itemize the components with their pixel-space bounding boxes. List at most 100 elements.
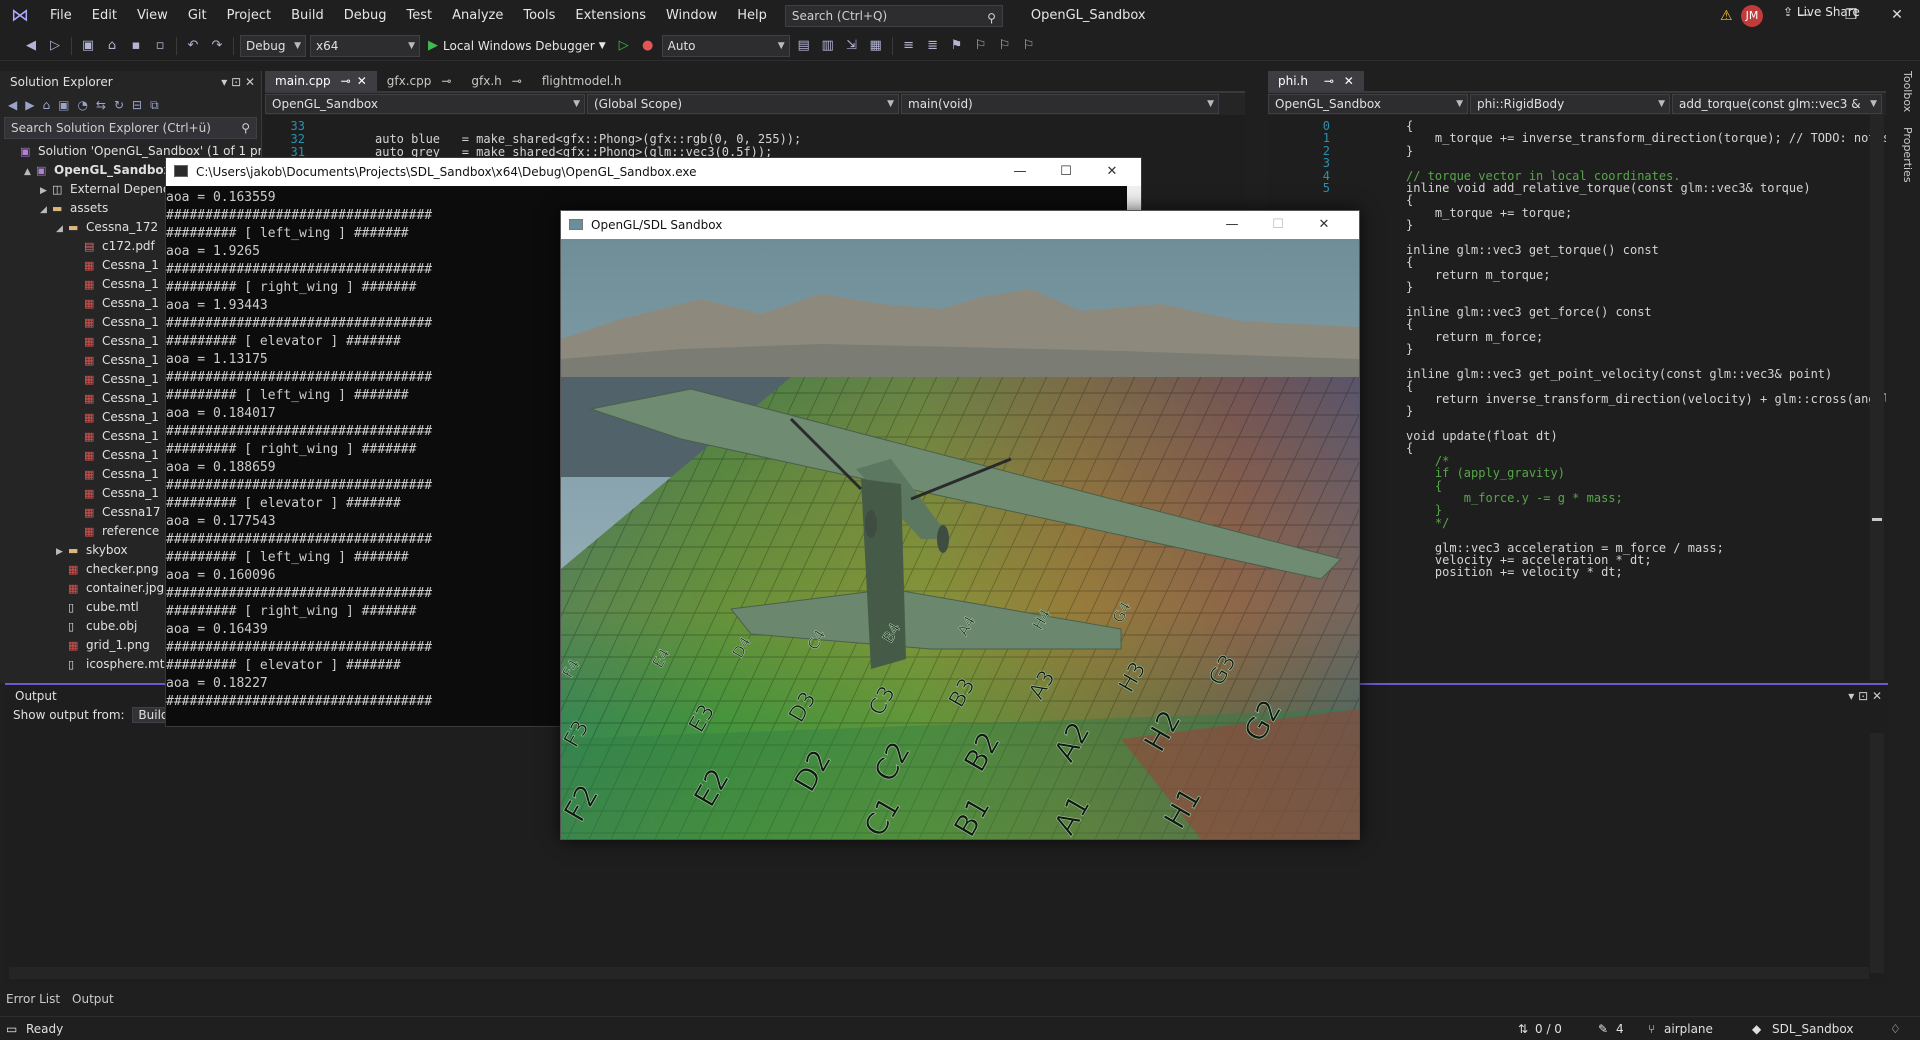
toolbox-tab[interactable]: Toolbox xyxy=(1901,71,1914,112)
layout-icon[interactable]: ▥ xyxy=(817,35,839,57)
pin-icon[interactable]: ⊸ xyxy=(341,74,351,88)
3d-viewport[interactable]: F2 E2 D2 C2 B2 A2 H2 G2 F3 E3 D3 C3 B3 A3 H3 G3 F4 E4 D4 C4… xyxy=(561,239,1359,839)
new-project-icon[interactable]: ▣ xyxy=(77,35,99,57)
solution-search-input[interactable]: Search Solution Explorer (Ctrl+ü) ⚲ xyxy=(4,117,257,139)
sdl-close-button[interactable]: ✕ xyxy=(1301,211,1347,239)
step-icon[interactable]: ⇲ xyxy=(841,35,863,57)
expand-toggle-icon[interactable]: ◢ xyxy=(56,220,68,237)
configuration-value: Debug xyxy=(246,38,286,53)
code-line: return inverse_transform_direction(veloc… xyxy=(1406,391,1886,406)
configuration-select[interactable]: Debug ▼ xyxy=(240,34,306,57)
prev-bookmark-icon[interactable]: ⚐ xyxy=(970,35,992,57)
tab-output[interactable]: Output xyxy=(66,988,120,1010)
save-icon[interactable]: ▪ xyxy=(125,35,147,57)
menu-analyze[interactable]: Analyze xyxy=(442,0,513,31)
branch-name[interactable]: airplane xyxy=(1664,1017,1713,1040)
pending-changes-icon[interactable]: ◔ xyxy=(77,98,87,112)
console-maximize-button[interactable]: ☐ xyxy=(1043,158,1089,186)
repo-name[interactable]: SDL_Sandbox xyxy=(1772,1017,1853,1040)
expand-toggle-icon[interactable]: ◢ xyxy=(40,201,52,218)
menu-edit[interactable]: Edit xyxy=(82,0,127,31)
sync-icon[interactable]: ⇆ xyxy=(96,98,106,112)
console-close-button[interactable]: ✕ xyxy=(1089,158,1135,186)
type-scope-select[interactable]: (Global Scope) ▼ xyxy=(587,94,899,114)
local-debugger-button[interactable]: ▶ Local Windows Debugger ▼ xyxy=(422,38,612,53)
platform-select[interactable]: x64 ▼ xyxy=(310,34,420,57)
switch-views-icon[interactable]: ▣ xyxy=(58,98,69,112)
next-bookmark-icon[interactable]: ⚐ xyxy=(994,35,1016,57)
image-icon: ▦ xyxy=(68,639,79,652)
show-all-files-icon[interactable]: ⧉ xyxy=(150,98,159,113)
search-input[interactable]: Search (Ctrl+Q) ⚲ xyxy=(784,4,1003,27)
window-icon[interactable]: ▦ xyxy=(865,35,887,57)
console-minimize-button[interactable]: — xyxy=(997,158,1043,186)
pin-icon[interactable]: ⊸ xyxy=(512,74,522,88)
forward-icon[interactable]: ▶ xyxy=(25,98,34,112)
close-icon[interactable]: ✕ xyxy=(357,74,367,88)
save-all-icon[interactable]: ▫ xyxy=(149,35,171,57)
close-icon[interactable]: ✕ xyxy=(1344,74,1354,88)
bookmark-icon[interactable]: ⚑ xyxy=(946,35,968,57)
browse-icon[interactable]: ▤ xyxy=(793,35,815,57)
back-icon[interactable]: ◀ xyxy=(20,35,42,57)
project-scope-select[interactable]: OpenGL_Sandbox ▼ xyxy=(265,94,585,114)
redo-icon[interactable]: ↷ xyxy=(206,35,228,57)
pin-icon[interactable]: ⊸ xyxy=(1324,74,1334,88)
pane-controls[interactable]: ▾ ⊡ ✕ xyxy=(1848,685,1882,707)
image-icon: ▦ xyxy=(68,582,79,595)
sdl-minimize-button[interactable]: — xyxy=(1209,211,1255,239)
auto-select[interactable]: Auto ▼ xyxy=(661,34,790,57)
expand-toggle-icon[interactable]: ▶ xyxy=(56,543,68,560)
menu-debug[interactable]: Debug xyxy=(334,0,397,31)
comment-icon[interactable]: ≡ xyxy=(898,35,920,57)
tab-gfx-h[interactable]: gfx.h ⊸ xyxy=(461,71,531,91)
pane-controls[interactable]: ▾ ⊡ ✕ xyxy=(221,71,255,93)
project-scope-select[interactable]: OpenGL_Sandbox ▼ xyxy=(1268,94,1468,114)
close-button[interactable]: ✕ xyxy=(1874,0,1920,31)
back-icon[interactable]: ◀ xyxy=(8,98,17,112)
menu-file[interactable]: File xyxy=(40,0,82,31)
menu-help[interactable]: Help xyxy=(727,0,777,31)
warning-icon[interactable]: ⚠ xyxy=(1720,8,1733,24)
tab-main-cpp[interactable]: main.cpp ⊸ ✕ xyxy=(265,71,377,91)
start-without-debugging-icon[interactable]: ▷ xyxy=(613,35,635,57)
menu-extensions[interactable]: Extensions xyxy=(565,0,656,31)
forward-icon[interactable]: ▷ xyxy=(44,35,66,57)
menu-tools[interactable]: Tools xyxy=(513,0,565,31)
editor-scrollbar[interactable] xyxy=(1870,115,1884,680)
tab-error-list[interactable]: Error List xyxy=(0,988,66,1010)
collapse-all-icon[interactable]: ⊟ xyxy=(132,98,142,112)
expand-toggle-icon[interactable]: ▲ xyxy=(24,163,36,180)
type-scope-select[interactable]: phi::RigidBody ▼ xyxy=(1470,94,1670,114)
menu-window[interactable]: Window xyxy=(656,0,727,31)
refresh-icon[interactable]: ↻ xyxy=(114,98,124,112)
member-scope-select[interactable]: main(void) ▼ xyxy=(901,94,1219,114)
editor-tab-strip: main.cpp ⊸ ✕ gfx.cpp ⊸ gfx.h ⊸ flightmodel.h xyxy=(265,71,1245,93)
clear-bookmarks-icon[interactable]: ⚐ xyxy=(1018,35,1040,57)
avatar[interactable]: JM xyxy=(1741,5,1763,27)
menu-project[interactable]: Project xyxy=(217,0,281,31)
member-scope-select[interactable]: add_torque(const glm::vec3 & ▼ xyxy=(1672,94,1882,114)
open-folder-icon[interactable]: ⌂ xyxy=(101,35,123,57)
uncomment-icon[interactable]: ≣ xyxy=(922,35,944,57)
properties-tab[interactable]: Properties xyxy=(1901,127,1914,183)
pending-edits-count[interactable]: 4 xyxy=(1616,1017,1624,1040)
live-share-button[interactable]: ⇪ Live Share xyxy=(1783,5,1860,19)
pin-icon[interactable]: ⊸ xyxy=(441,74,451,88)
tab-gfx-cpp[interactable]: gfx.cpp ⊸ xyxy=(377,71,462,91)
right-code-editor[interactable]: 0{1 m_torque += inverse_transform_direct… xyxy=(1268,115,1886,680)
output-horizontal-scrollbar[interactable] xyxy=(9,967,1869,979)
menu-view[interactable]: View xyxy=(127,0,178,31)
expand-toggle-icon[interactable]: ▶ xyxy=(40,182,52,199)
notifications-icon[interactable]: ♢ xyxy=(1890,1017,1901,1040)
tab-flightmodel-h[interactable]: flightmodel.h xyxy=(532,71,632,91)
undo-icon[interactable]: ↶ xyxy=(182,35,204,57)
hot-reload-icon[interactable]: ● xyxy=(637,35,659,57)
menu-git[interactable]: Git xyxy=(178,0,217,31)
menu-build[interactable]: Build xyxy=(281,0,334,31)
tab-phi-h[interactable]: phi.h ⊸ ✕ xyxy=(1268,71,1364,91)
home-icon[interactable]: ⌂ xyxy=(42,98,50,112)
changes-count[interactable]: 0 / 0 xyxy=(1535,1017,1562,1040)
menu-test[interactable]: Test xyxy=(397,0,443,31)
output-vertical-scrollbar[interactable] xyxy=(1870,733,1884,973)
